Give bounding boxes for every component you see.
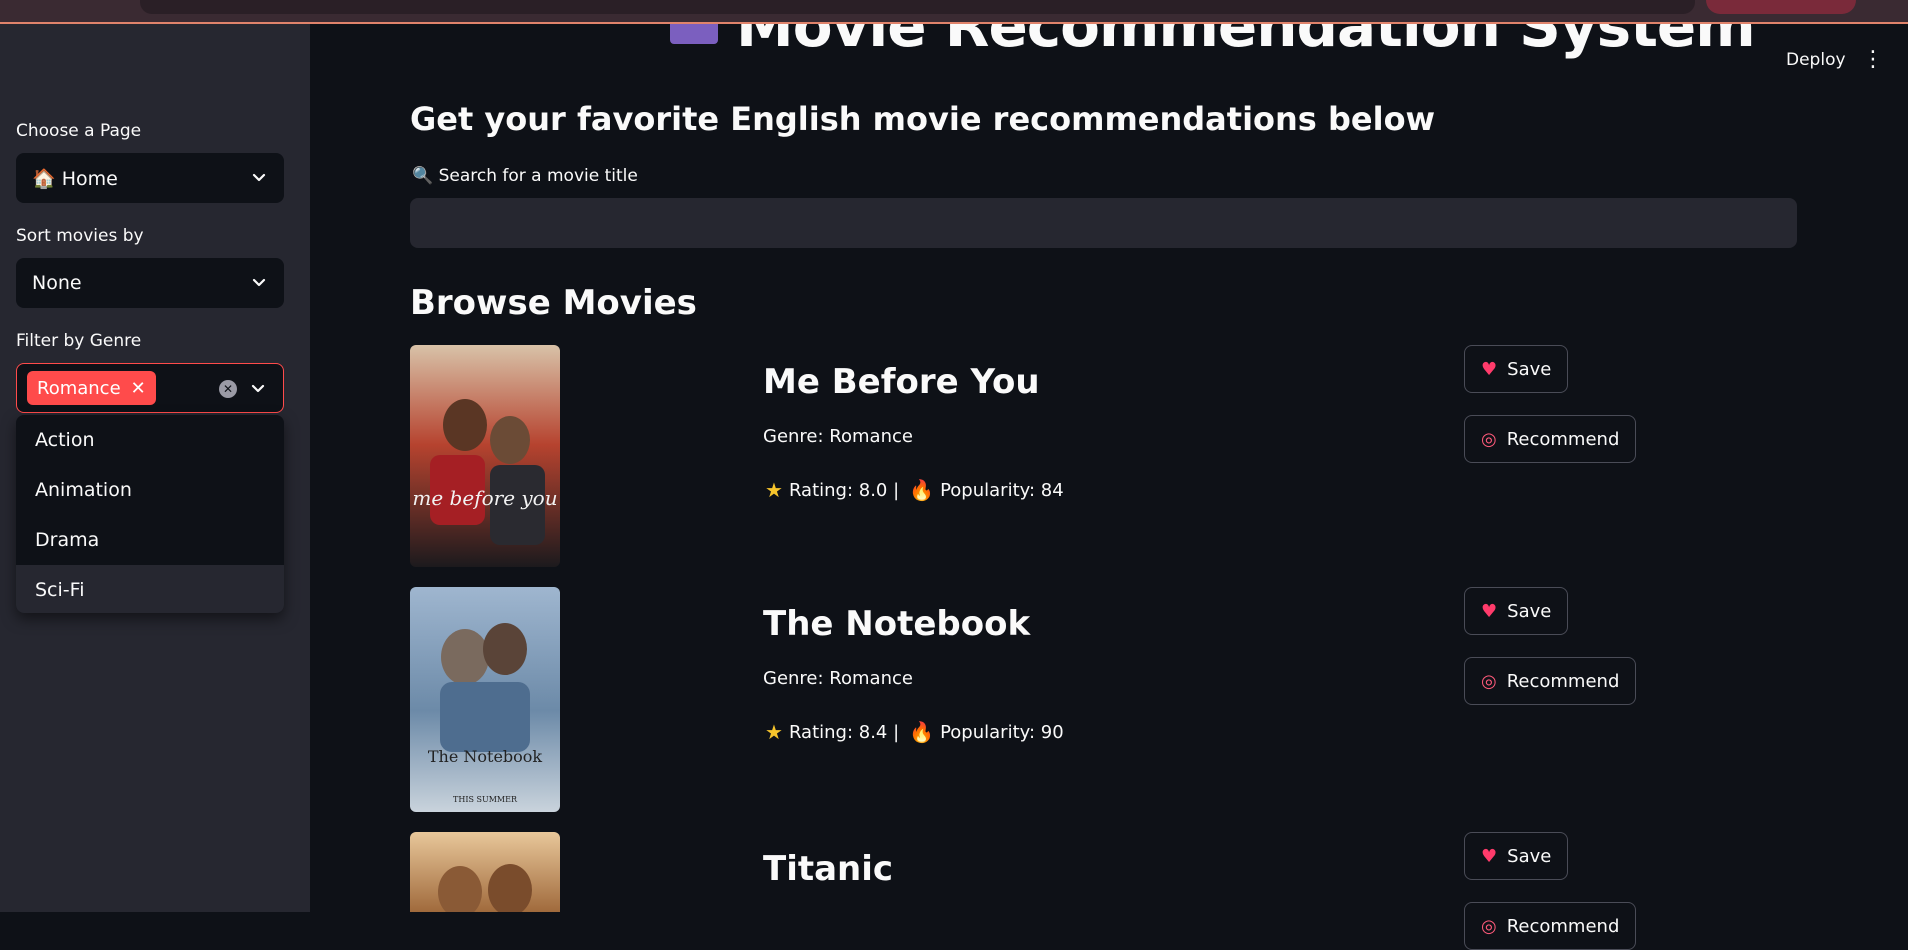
recommend-button-label: Recommend <box>1506 428 1620 450</box>
sort-select[interactable]: None <box>16 258 284 308</box>
save-button[interactable]: ♥ Save <box>1464 587 1569 635</box>
poster-title-text: me before you <box>412 486 557 510</box>
movie-title: Me Before You <box>763 362 1040 402</box>
sort-select-label: Sort movies by <box>16 226 144 246</box>
movie-popularity: Popularity: 84 <box>940 479 1064 501</box>
movie-rating: Rating: 8.4 | <box>788 721 900 743</box>
recommend-button[interactable]: ◎ Recommend <box>1464 415 1637 463</box>
genre-filter-label: Filter by Genre <box>16 331 142 351</box>
browser-profile-pill[interactable] <box>1706 0 1856 14</box>
main-menu-icon[interactable]: ⋮ <box>1862 48 1884 72</box>
save-button-label: Save <box>1507 358 1552 380</box>
recommend-button[interactable]: ◎ Recommend <box>1464 657 1637 705</box>
genre-option-sci-fi[interactable]: Sci-Fi <box>16 565 284 613</box>
target-icon: ◎ <box>1481 670 1497 692</box>
recommend-button-label: Recommend <box>1506 915 1620 937</box>
heart-icon: ♥ <box>1481 845 1498 867</box>
poster-title-text: The Notebook <box>428 747 543 766</box>
genre-dropdown-menu: Action Animation Drama Sci-Fi <box>16 415 284 613</box>
fire-icon: 🔥 <box>909 720 935 744</box>
remove-tag-icon[interactable]: ✕ <box>131 378 146 399</box>
browser-toolbar <box>0 0 1908 24</box>
save-button-label: Save <box>1507 845 1552 867</box>
star-icon: ★ <box>765 720 783 744</box>
movie-stats: ★ Rating: 8.4 | 🔥 Popularity: 90 <box>763 720 1064 744</box>
poster-tagline-text: THIS SUMMER <box>453 795 518 804</box>
fire-icon: 🔥 <box>909 478 935 502</box>
movie-poster: me before you <box>410 345 560 567</box>
sort-select-value: None <box>32 272 82 294</box>
genre-option-animation[interactable]: Animation <box>16 465 284 515</box>
movie-stats: ★ Rating: 8.0 | 🔥 Popularity: 84 <box>763 478 1064 502</box>
search-label: 🔍 Search for a movie title <box>412 166 638 186</box>
save-button[interactable]: ♥ Save <box>1464 345 1569 393</box>
address-bar[interactable] <box>140 0 1695 14</box>
heart-icon: ♥ <box>1481 358 1498 380</box>
page-select-value: 🏠 Home <box>32 167 118 190</box>
target-icon: ◎ <box>1481 428 1497 450</box>
movie-rating: Rating: 8.0 | <box>788 479 900 501</box>
movie-title: Titanic <box>763 849 894 889</box>
heart-icon: ♥ <box>1481 600 1498 622</box>
clear-selection-icon[interactable]: ✕ <box>219 380 237 398</box>
chevron-down-icon <box>252 173 266 182</box>
search-input[interactable] <box>410 198 1797 248</box>
movie-title: The Notebook <box>763 604 1031 644</box>
genre-option-action[interactable]: Action <box>16 415 284 465</box>
page-subheading: Get your favorite English movie recommen… <box>410 100 1436 138</box>
star-icon: ★ <box>765 478 783 502</box>
genre-tag-label: Romance <box>37 377 121 399</box>
genre-multiselect[interactable]: Romance ✕ ✕ <box>16 363 284 413</box>
deploy-button[interactable]: Deploy <box>1786 50 1846 70</box>
movie-genre: Genre: Romance <box>763 668 913 689</box>
movie-popularity: Popularity: 90 <box>940 721 1064 743</box>
save-button-label: Save <box>1507 600 1552 622</box>
movie-poster <box>410 832 560 912</box>
genre-tag-romance: Romance ✕ <box>27 371 156 405</box>
page-select[interactable]: 🏠 Home <box>16 153 284 203</box>
chevron-down-icon[interactable] <box>249 379 267 397</box>
movie-poster: The Notebook THIS SUMMER <box>410 587 560 812</box>
save-button[interactable]: ♥ Save <box>1464 832 1569 880</box>
chevron-down-icon <box>252 278 266 287</box>
target-icon: ◎ <box>1481 915 1497 937</box>
recommend-button-label: Recommend <box>1506 670 1620 692</box>
movie-genre: Genre: Romance <box>763 426 913 447</box>
genre-option-drama[interactable]: Drama <box>16 515 284 565</box>
recommend-button[interactable]: ◎ Recommend <box>1464 902 1637 950</box>
section-title: Browse Movies <box>410 283 697 323</box>
page-select-label: Choose a Page <box>16 121 142 141</box>
